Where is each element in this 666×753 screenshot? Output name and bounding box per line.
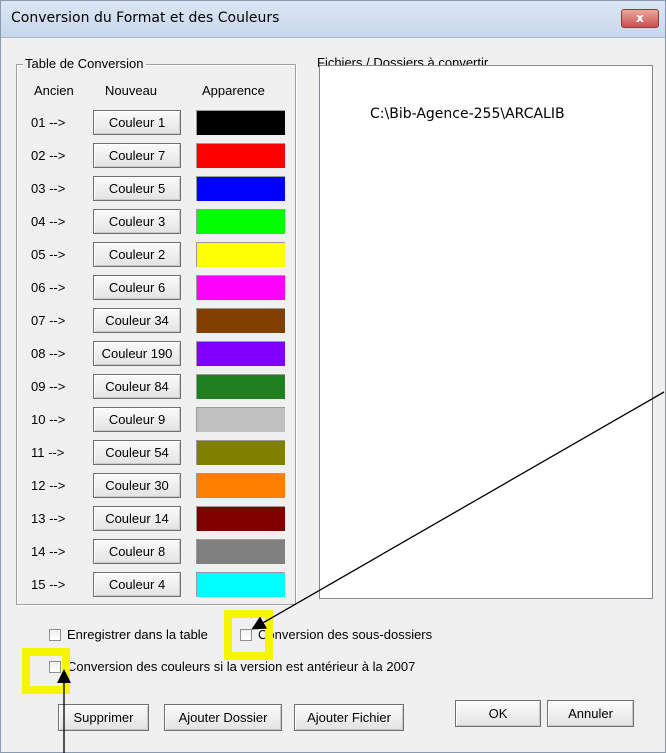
annotation-arrows [57,391,665,753]
arrow-to-subfolders-checkbox [251,391,665,630]
